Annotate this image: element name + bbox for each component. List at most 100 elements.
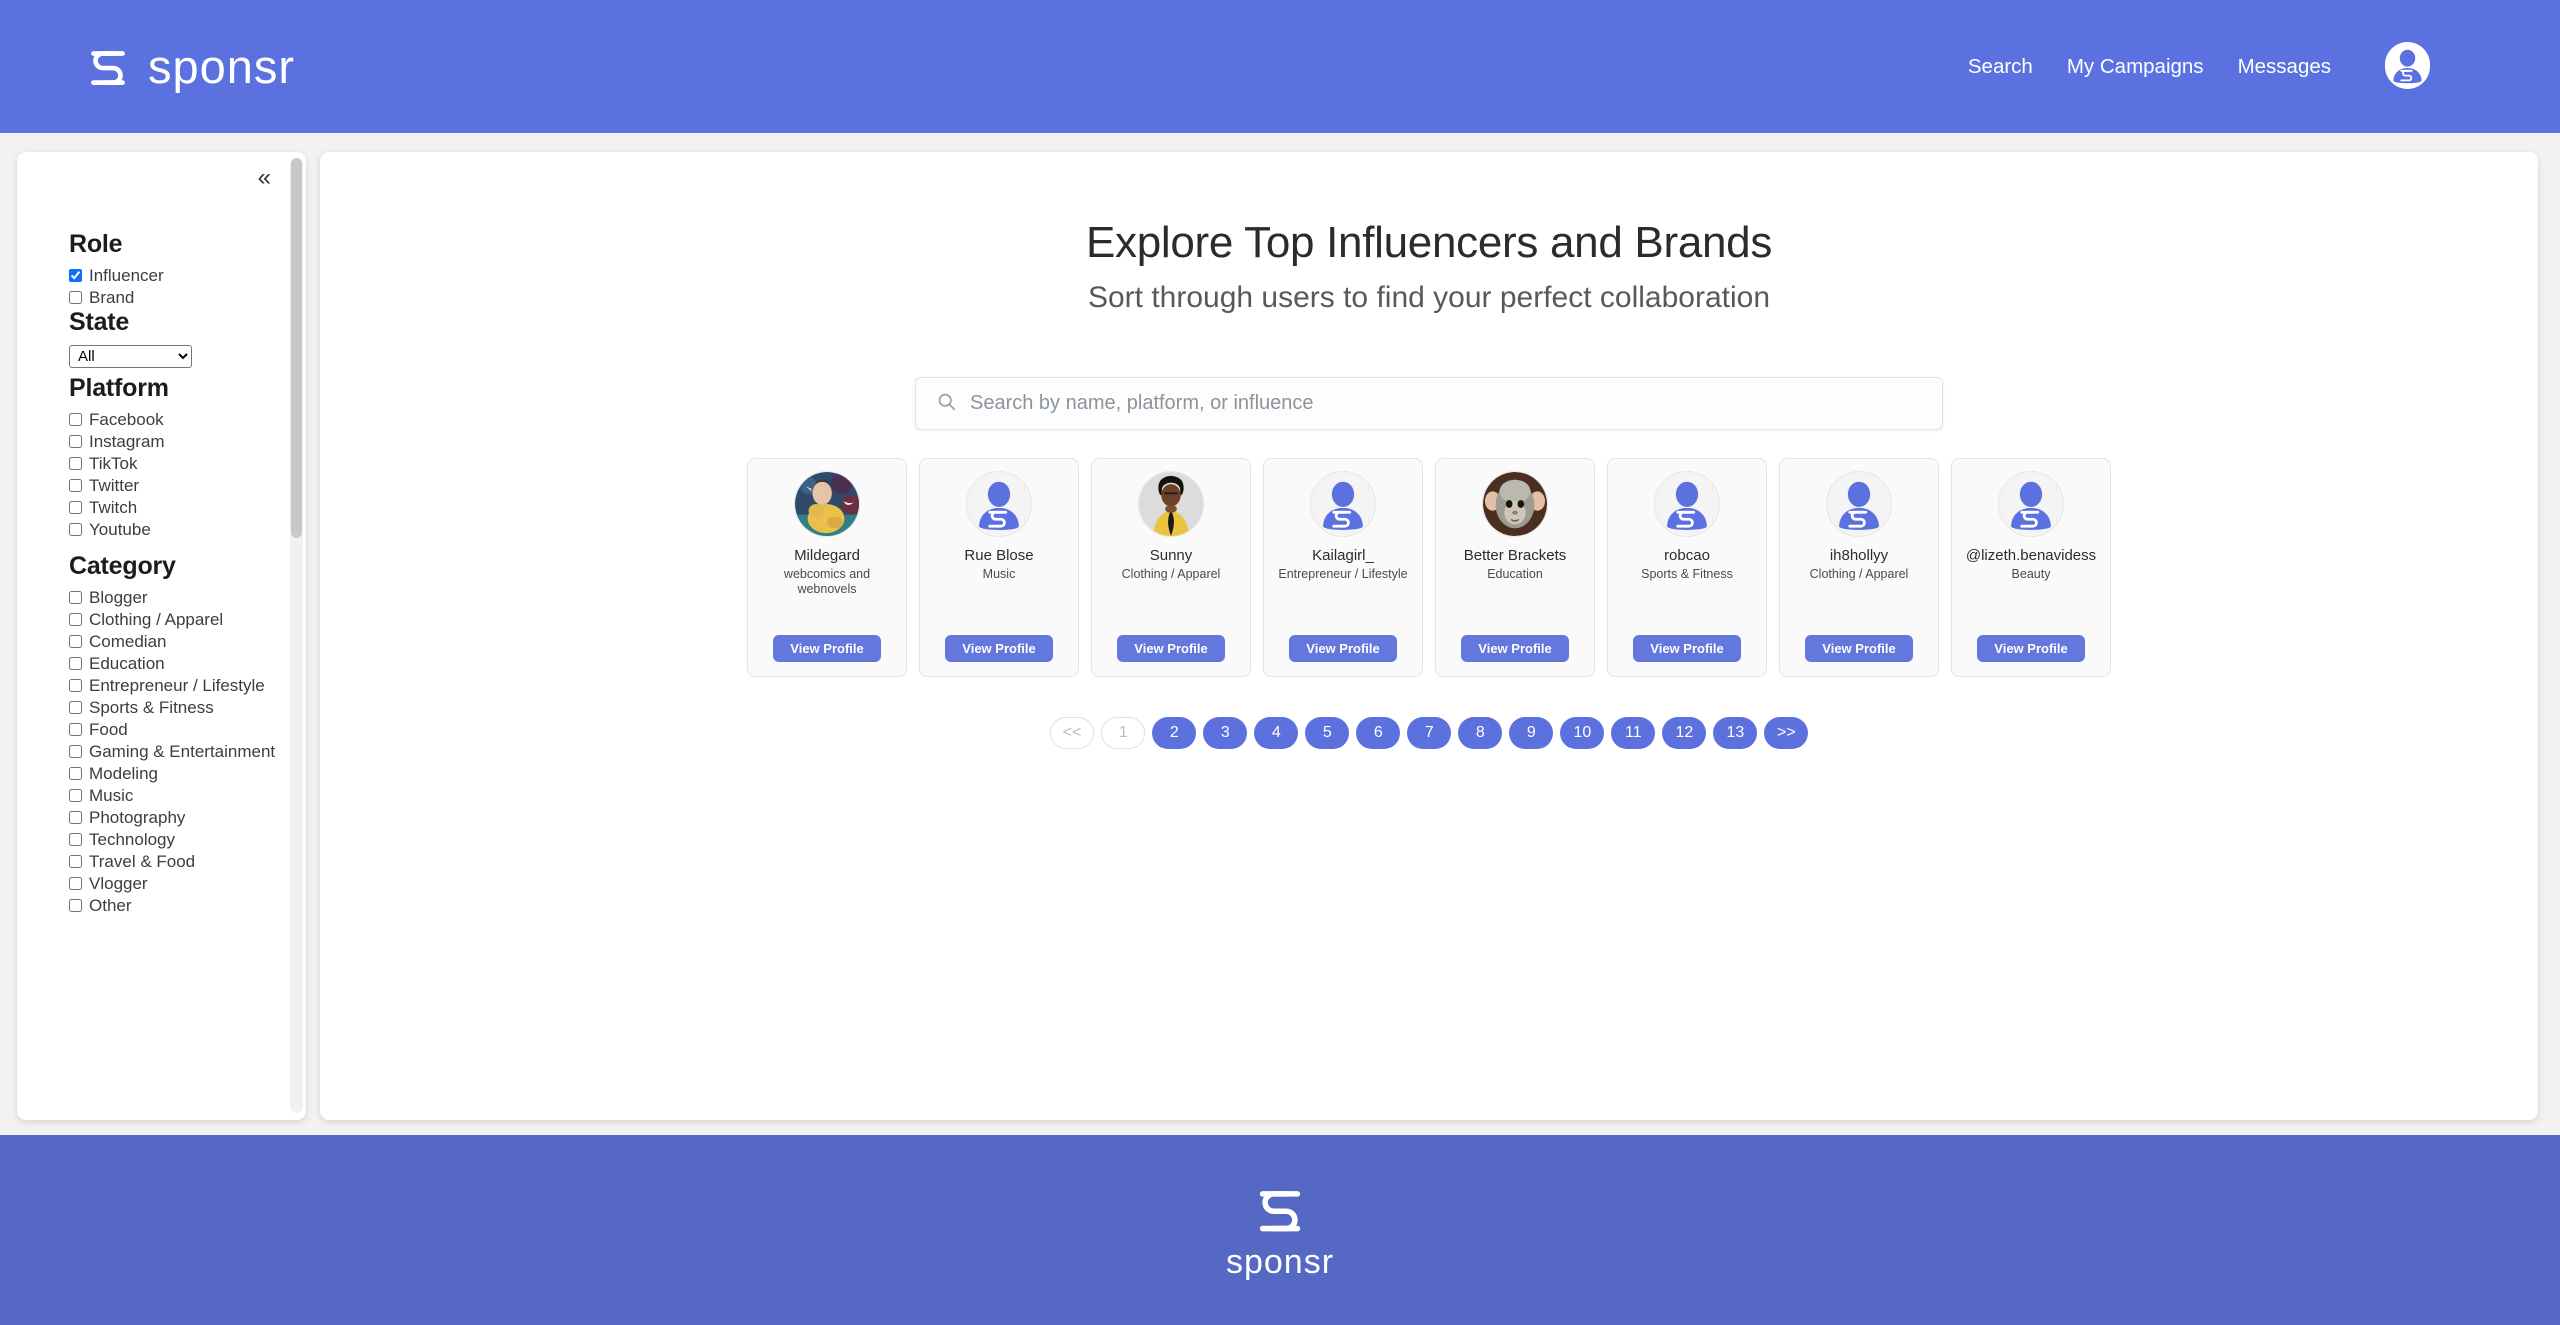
label-vlogger[interactable]: Vlogger [89, 875, 148, 892]
profile-card[interactable]: robcao Sports & Fitness View Profile [1607, 458, 1767, 677]
checkbox-twitter[interactable] [69, 478, 82, 492]
nav-search[interactable]: Search [1968, 55, 2033, 79]
pagination-page-13[interactable]: 13 [1713, 717, 1758, 749]
checkbox-youtube[interactable] [69, 522, 82, 536]
profile-card[interactable]: ih8hollyy Clothing / Apparel View Profil… [1779, 458, 1939, 677]
pagination-page-2[interactable]: 2 [1152, 717, 1197, 749]
checkbox-comedian[interactable] [69, 634, 82, 648]
pagination-prev[interactable]: << [1049, 717, 1095, 749]
state-select[interactable]: All [69, 345, 192, 368]
checkbox-influencer[interactable] [69, 268, 82, 282]
checkbox-entrepreneur-lifestyle[interactable] [69, 678, 82, 692]
label-entrepreneur-lifestyle[interactable]: Entrepreneur / Lifestyle [89, 677, 265, 694]
view-profile-button[interactable]: View Profile [1977, 635, 2085, 662]
label-technology[interactable]: Technology [89, 831, 175, 848]
checkbox-education[interactable] [69, 656, 82, 670]
checkbox-facebook[interactable] [69, 412, 82, 426]
filter-option-twitter[interactable]: Twitter [69, 474, 306, 496]
checkbox-modeling[interactable] [69, 766, 82, 780]
filter-option-brand[interactable]: Brand [69, 286, 306, 308]
view-profile-button[interactable]: View Profile [1461, 635, 1569, 662]
label-instagram[interactable]: Instagram [89, 433, 165, 450]
user-avatar-button[interactable] [2385, 41, 2430, 89]
label-photography[interactable]: Photography [89, 809, 185, 826]
view-profile-button[interactable]: View Profile [945, 635, 1053, 662]
profile-card[interactable]: Sunny Clothing / Apparel View Profile [1091, 458, 1251, 677]
checkbox-music[interactable] [69, 788, 82, 802]
filter-option-clothing-apparel[interactable]: Clothing / Apparel [69, 608, 306, 630]
filter-option-tiktok[interactable]: TikTok [69, 452, 306, 474]
pagination-page-12[interactable]: 12 [1662, 717, 1707, 749]
brand-logo[interactable]: sponsr [82, 39, 295, 94]
checkbox-instagram[interactable] [69, 434, 82, 448]
pagination-page-7[interactable]: 7 [1407, 717, 1452, 749]
checkbox-vlogger[interactable] [69, 876, 82, 890]
filter-option-instagram[interactable]: Instagram [69, 430, 306, 452]
pagination-page-3[interactable]: 3 [1203, 717, 1248, 749]
label-travel-food[interactable]: Travel & Food [89, 853, 195, 870]
filter-option-photography[interactable]: Photography [69, 806, 306, 828]
view-profile-button[interactable]: View Profile [1805, 635, 1913, 662]
checkbox-gaming-entertainment[interactable] [69, 744, 82, 758]
pagination-page-5[interactable]: 5 [1305, 717, 1350, 749]
label-clothing-apparel[interactable]: Clothing / Apparel [89, 611, 223, 628]
filter-option-twitch[interactable]: Twitch [69, 496, 306, 518]
filter-option-comedian[interactable]: Comedian [69, 630, 306, 652]
checkbox-blogger[interactable] [69, 590, 82, 604]
filter-option-facebook[interactable]: Facebook [69, 408, 306, 430]
sidebar-scrollbar[interactable] [290, 158, 303, 1113]
checkbox-travel-food[interactable] [69, 854, 82, 868]
checkbox-sports-fitness[interactable] [69, 700, 82, 714]
filter-option-education[interactable]: Education [69, 652, 306, 674]
checkbox-clothing-apparel[interactable] [69, 612, 82, 626]
label-brand[interactable]: Brand [89, 289, 134, 306]
label-youtube[interactable]: Youtube [89, 521, 151, 538]
filter-option-technology[interactable]: Technology [69, 828, 306, 850]
checkbox-food[interactable] [69, 722, 82, 736]
filter-option-blogger[interactable]: Blogger [69, 586, 306, 608]
view-profile-button[interactable]: View Profile [773, 635, 881, 662]
view-profile-button[interactable]: View Profile [1633, 635, 1741, 662]
nav-my-campaigns[interactable]: My Campaigns [2067, 55, 2204, 79]
profile-card[interactable]: Kailagirl_ Entrepreneur / Lifestyle View… [1263, 458, 1423, 677]
search-box[interactable] [915, 377, 1943, 430]
checkbox-other[interactable] [69, 898, 82, 912]
label-other[interactable]: Other [89, 897, 132, 914]
label-twitter[interactable]: Twitter [89, 477, 139, 494]
pagination-page-10[interactable]: 10 [1560, 717, 1605, 749]
profile-card[interactable]: Mildegard webcomics and webnovels View P… [747, 458, 907, 677]
profile-card[interactable]: Rue Blose Music View Profile [919, 458, 1079, 677]
filter-option-travel-food[interactable]: Travel & Food [69, 850, 306, 872]
checkbox-photography[interactable] [69, 810, 82, 824]
label-sports-fitness[interactable]: Sports & Fitness [89, 699, 214, 716]
pagination-page-11[interactable]: 11 [1611, 717, 1656, 749]
checkbox-brand[interactable] [69, 290, 82, 304]
label-tiktok[interactable]: TikTok [89, 455, 138, 472]
filter-option-music[interactable]: Music [69, 784, 306, 806]
chevron-double-left-icon[interactable]: « [258, 166, 271, 190]
nav-messages[interactable]: Messages [2238, 55, 2331, 79]
search-input[interactable] [970, 392, 1922, 415]
filter-option-youtube[interactable]: Youtube [69, 518, 306, 540]
filter-option-food[interactable]: Food [69, 718, 306, 740]
checkbox-twitch[interactable] [69, 500, 82, 514]
pagination-page-1[interactable]: 1 [1101, 717, 1146, 749]
label-facebook[interactable]: Facebook [89, 411, 164, 428]
pagination-page-4[interactable]: 4 [1254, 717, 1299, 749]
label-influencer[interactable]: Influencer [89, 267, 164, 284]
label-food[interactable]: Food [89, 721, 128, 738]
label-gaming-entertainment[interactable]: Gaming & Entertainment [89, 743, 275, 760]
label-modeling[interactable]: Modeling [89, 765, 158, 782]
filter-option-sports-fitness[interactable]: Sports & Fitness [69, 696, 306, 718]
filter-option-modeling[interactable]: Modeling [69, 762, 306, 784]
view-profile-button[interactable]: View Profile [1117, 635, 1225, 662]
label-education[interactable]: Education [89, 655, 165, 672]
pagination-page-8[interactable]: 8 [1458, 717, 1503, 749]
label-music[interactable]: Music [89, 787, 133, 804]
profile-card[interactable]: @lizeth.benavidess Beauty View Profile [1951, 458, 2111, 677]
view-profile-button[interactable]: View Profile [1289, 635, 1397, 662]
profile-card[interactable]: Better Brackets Education View Profile [1435, 458, 1595, 677]
pagination-page-6[interactable]: 6 [1356, 717, 1401, 749]
checkbox-technology[interactable] [69, 832, 82, 846]
filter-option-entrepreneur-lifestyle[interactable]: Entrepreneur / Lifestyle [69, 674, 306, 696]
